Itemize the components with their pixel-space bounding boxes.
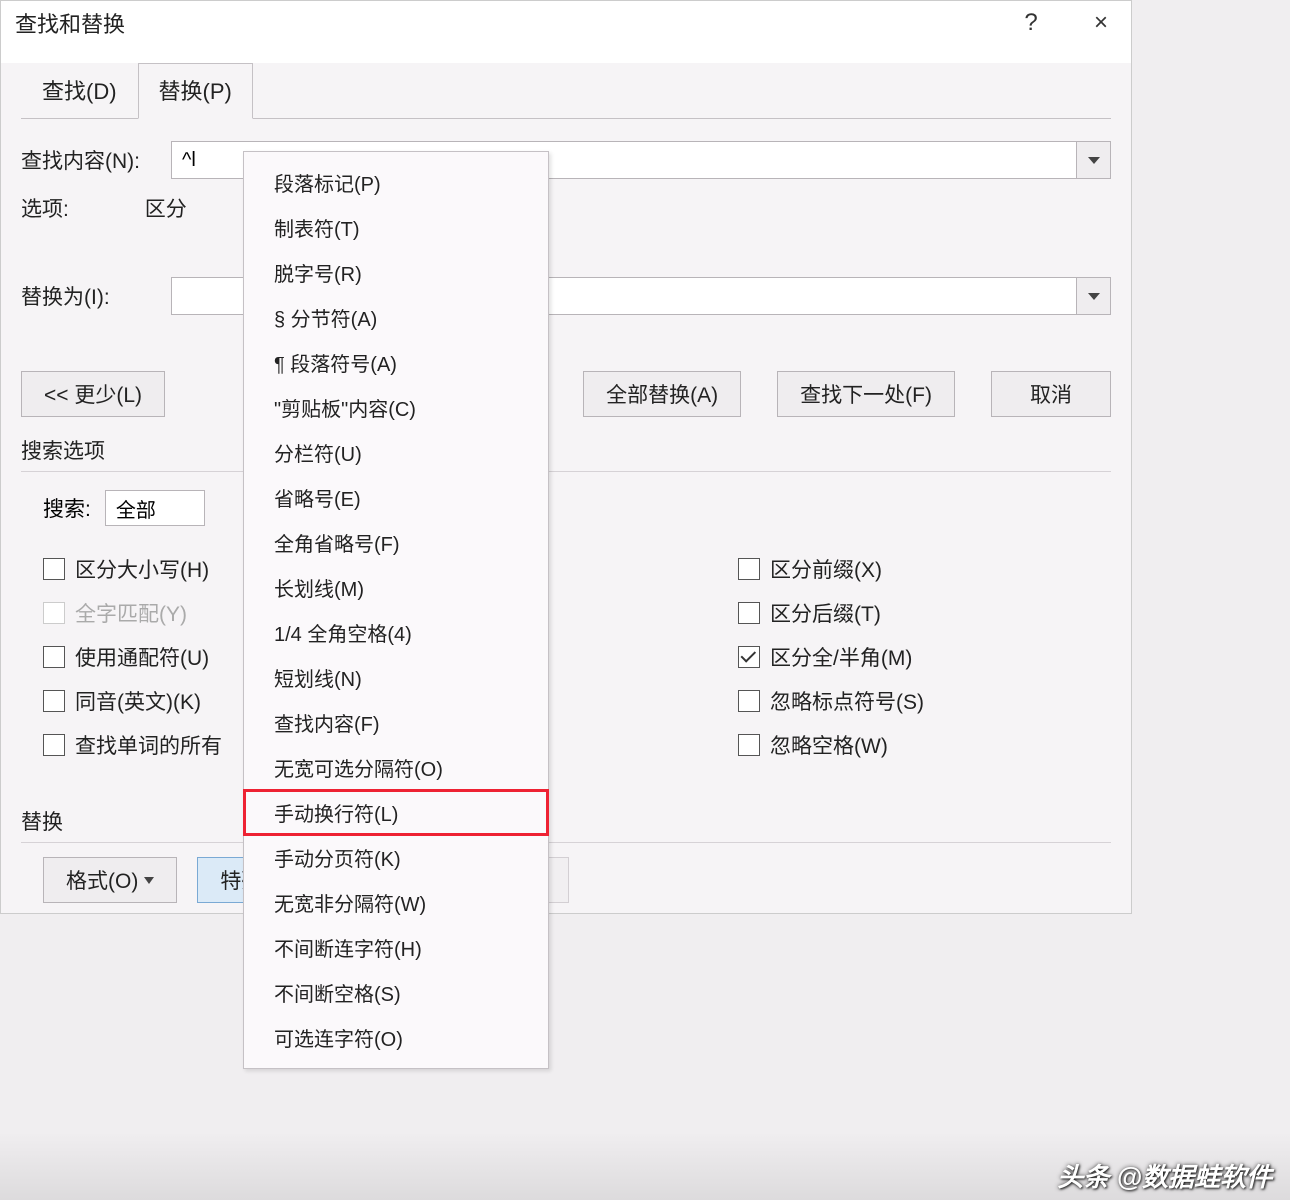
menu-item[interactable]: 无宽可选分隔符(O)	[244, 745, 548, 790]
find-replace-dialog: 查找和替换 ? × 查找(D) 替换(P) 查找内容(N): 选项: 区分 替换…	[0, 0, 1132, 914]
menu-item[interactable]: 短划线(N)	[244, 655, 548, 700]
menu-item[interactable]: "剪贴板"内容(C)	[244, 385, 548, 430]
replace-history-dropdown[interactable]	[1077, 277, 1111, 315]
search-scope-row: 搜索: 全部	[43, 490, 1111, 526]
checkbox-label: 忽略空格(W)	[770, 730, 888, 760]
checkbox-box	[738, 558, 760, 580]
checkbox-r-3[interactable]: 忽略标点符号(S)	[738, 686, 1111, 716]
find-label: 查找内容(N):	[21, 145, 171, 175]
checkbox-label: 查找单词的所有	[75, 730, 222, 760]
checkbox-label: 区分前缀(X)	[770, 554, 882, 584]
checkbox-r-0[interactable]: 区分前缀(X)	[738, 554, 1111, 584]
checkbox-label: 全字匹配(Y)	[75, 598, 187, 628]
menu-item[interactable]: 不间断空格(S)	[244, 970, 548, 1015]
find-row: 查找内容(N):	[21, 141, 1111, 179]
checkbox-box	[43, 602, 65, 624]
checkbox-r-1[interactable]: 区分后缀(T)	[738, 598, 1111, 628]
menu-item[interactable]: 制表符(T)	[244, 205, 548, 250]
section-divider	[21, 471, 1111, 472]
menu-item[interactable]: 不间断连字符(H)	[244, 925, 548, 970]
replace-row: 替换为(I):	[21, 277, 1111, 315]
less-button[interactable]: << 更少(L)	[21, 371, 165, 417]
menu-item[interactable]: 分栏符(U)	[244, 430, 548, 475]
tab-replace[interactable]: 替换(P)	[138, 63, 253, 119]
checkbox-box	[43, 646, 65, 668]
special-format-menu: 段落标记(P)制表符(T)脱字号(R)§ 分节符(A)¶ 段落符号(A)"剪贴板…	[243, 151, 549, 1069]
checkbox-r-2[interactable]: 区分全/半角(M)	[738, 642, 1111, 672]
checkbox-box	[738, 602, 760, 624]
chevron-down-icon	[144, 877, 154, 884]
checkbox-label: 忽略标点符号(S)	[770, 686, 924, 716]
menu-item[interactable]: 段落标记(P)	[244, 160, 548, 205]
checkbox-box	[738, 646, 760, 668]
format-button[interactable]: 格式(O)	[43, 857, 177, 903]
menu-item[interactable]: 可选连字符(O)	[244, 1015, 548, 1060]
titlebar-controls: ? ×	[1011, 9, 1121, 37]
menu-item[interactable]: 查找内容(F)	[244, 700, 548, 745]
menu-item[interactable]: 脱字号(R)	[244, 250, 548, 295]
menu-item[interactable]: 全角省略号(F)	[244, 520, 548, 565]
dialog-body: 查找(D) 替换(P) 查找内容(N): 选项: 区分 替换为(I):	[1, 63, 1131, 913]
watermark: 头条 @数据蛙软件	[1057, 1157, 1272, 1194]
checkbox-label: 区分后缀(T)	[770, 598, 881, 628]
checkbox-r-4[interactable]: 忽略空格(W)	[738, 730, 1111, 760]
search-scope-select[interactable]: 全部	[105, 490, 205, 526]
chevron-down-icon	[1088, 293, 1100, 300]
tabstrip: 查找(D) 替换(P)	[21, 63, 1111, 119]
checkbox-box	[43, 558, 65, 580]
check-icon	[741, 647, 757, 663]
checkbox-label: 同音(英文)(K)	[75, 686, 201, 716]
checkbox-label: 区分全/半角(M)	[770, 642, 912, 672]
options-line: 选项: 区分	[21, 193, 1111, 223]
menu-item[interactable]: § 分节符(A)	[244, 295, 548, 340]
find-next-button[interactable]: 查找下一处(F)	[777, 371, 955, 417]
menu-item[interactable]: 1/4 全角空格(4)	[244, 610, 548, 655]
menu-item[interactable]: 省略号(E)	[244, 475, 548, 520]
search-label: 搜索:	[43, 493, 91, 523]
replace-section: 替换 格式(O) 特殊格式(E) 不限定格式(T)	[21, 806, 1111, 903]
checkbox-label: 区分大小写(H)	[75, 554, 209, 584]
action-buttons: << 更少(L) 全部替换(A) 查找下一处(F) 取消	[21, 371, 1111, 417]
replace-section-title: 替换	[21, 806, 1111, 836]
menu-item[interactable]: 长划线(M)	[244, 565, 548, 610]
checkbox-box	[43, 734, 65, 756]
replace-label: 替换为(I):	[21, 281, 171, 311]
replace-all-button[interactable]: 全部替换(A)	[583, 371, 741, 417]
cancel-button[interactable]: 取消	[991, 371, 1111, 417]
help-button[interactable]: ?	[1011, 9, 1051, 37]
checkbox-box	[738, 734, 760, 756]
tab-find[interactable]: 查找(D)	[21, 63, 138, 119]
checkbox-label: 使用通配符(U)	[75, 642, 209, 672]
checkbox-box	[738, 690, 760, 712]
section-divider	[21, 842, 1111, 843]
close-button[interactable]: ×	[1081, 9, 1121, 37]
options-value: 区分	[145, 198, 187, 221]
bottom-buttons: 格式(O) 特殊格式(E) 不限定格式(T)	[43, 857, 1111, 903]
checkbox-grid: 区分大小写(H)全字匹配(Y)使用通配符(U)同音(英文)(K)查找单词的所有 …	[21, 540, 1111, 760]
search-options-title: 搜索选项	[21, 435, 1111, 465]
checkbox-box	[43, 690, 65, 712]
menu-item[interactable]: ¶ 段落符号(A)	[244, 340, 548, 385]
chevron-down-icon	[1088, 157, 1100, 164]
options-label: 选项:	[21, 198, 69, 221]
find-history-dropdown[interactable]	[1077, 141, 1111, 179]
titlebar: 查找和替换 ? ×	[1, 1, 1131, 43]
dialog-title: 查找和替换	[15, 7, 125, 39]
menu-item[interactable]: 手动分页符(K)	[244, 835, 548, 880]
menu-item[interactable]: 手动换行符(L)	[244, 790, 548, 835]
menu-item[interactable]: 无宽非分隔符(W)	[244, 880, 548, 925]
